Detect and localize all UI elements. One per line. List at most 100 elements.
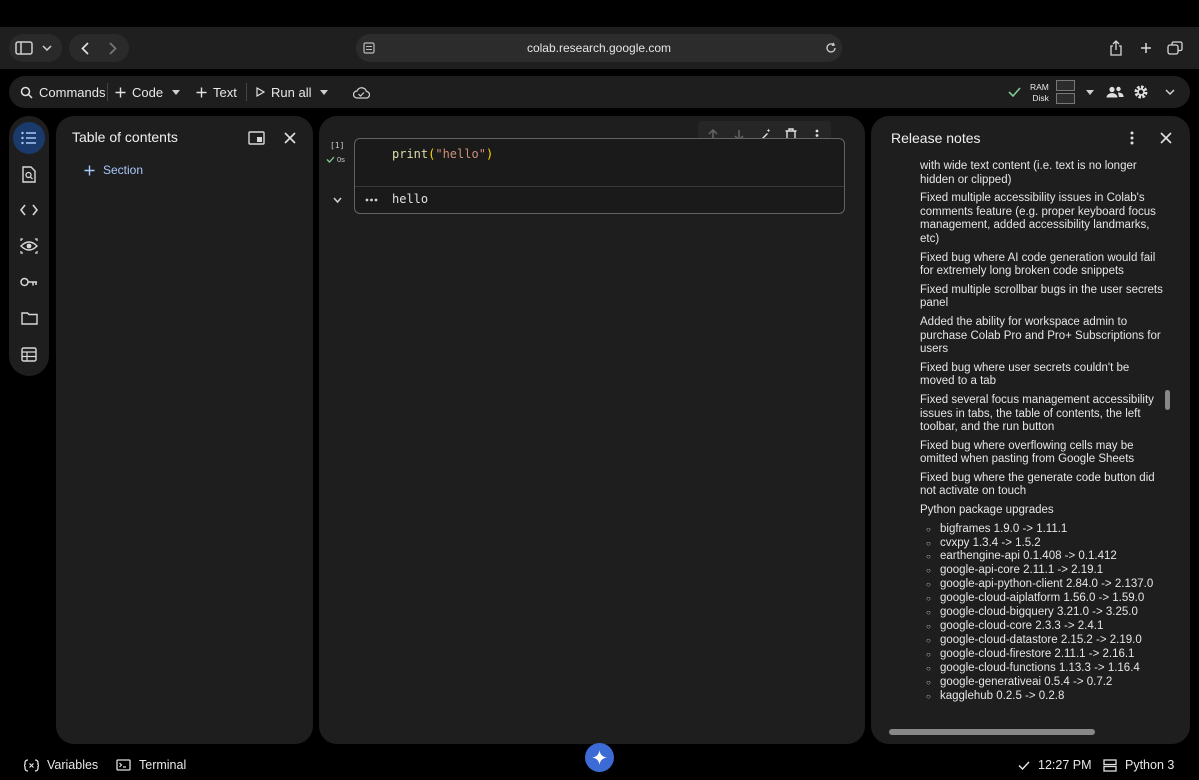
add-section-button[interactable]: Section: [84, 163, 143, 177]
run-all-dropdown-button[interactable]: [320, 76, 328, 108]
files-rail-button[interactable]: [13, 302, 45, 334]
tab-overview-icon[interactable]: [1165, 39, 1185, 57]
code-close-paren: ): [485, 147, 494, 161]
collapse-output-icon[interactable]: [330, 193, 344, 207]
run-all-label: Run all: [271, 84, 312, 100]
toc-title: Table of contents: [72, 129, 178, 145]
url-text: colab.research.google.com: [526, 41, 672, 55]
cell-output-divider: [355, 186, 844, 187]
ram-label: RAM: [1030, 81, 1049, 92]
ram-meter: [1056, 80, 1075, 91]
release-note-item: Fixed bug where AI code generation would…: [920, 251, 1156, 278]
drive-save-button[interactable]: [353, 76, 370, 108]
settings-button[interactable]: [1133, 76, 1149, 108]
variables-rail-button[interactable]: [13, 230, 45, 262]
execution-status[interactable]: 12:27 PM: [1018, 754, 1092, 776]
disk-label: Disk: [1032, 92, 1049, 103]
document-search-icon: [22, 165, 36, 183]
new-tab-icon[interactable]: [1137, 39, 1155, 57]
commands-label: Commands: [39, 84, 106, 100]
status-time: 12:27 PM: [1038, 758, 1092, 772]
plus-icon: [196, 87, 207, 98]
more-vert-icon[interactable]: [1126, 130, 1138, 146]
release-note-item: Fixed bug where overflowing cells may be…: [920, 439, 1135, 466]
package-item: cvxpy 1.3.4 -> 1.5.2: [926, 537, 1165, 551]
toolbar-divider: [107, 83, 108, 101]
collapse-toolbar-button[interactable]: [1165, 76, 1175, 108]
share-people-button[interactable]: [1106, 76, 1124, 108]
release-note-item: Fixed multiple accessibility issues in C…: [920, 192, 1156, 245]
package-item: google-cloud-datastore 2.15.2 -> 2.19.0: [926, 634, 1165, 648]
vertical-scrollbar[interactable]: [1165, 390, 1170, 410]
reload-icon[interactable]: [823, 40, 839, 56]
package-item: google-api-core 2.11.1 -> 2.19.1: [926, 564, 1165, 578]
toolbar-divider: [246, 83, 247, 101]
code-function: print: [392, 147, 429, 161]
variables-icon: [24, 758, 39, 772]
snippets-rail-button[interactable]: [13, 194, 45, 226]
runtime-label: Python 3: [1125, 758, 1175, 772]
terminal-icon: [116, 759, 131, 771]
folder-icon: [20, 311, 38, 325]
exec-count: [1]: [330, 141, 345, 150]
cell-output: hello: [392, 192, 429, 206]
data-table-rail-button[interactable]: [13, 338, 45, 370]
output-actions-icon[interactable]: [363, 193, 379, 207]
code-string: "hello": [435, 147, 486, 161]
gemini-button[interactable]: [585, 743, 614, 772]
code-editor[interactable]: print("hello"): [392, 147, 493, 161]
chevron-down-icon[interactable]: [40, 40, 54, 56]
package-item: google-generativeai 0.5.4 -> 0.7.2: [926, 676, 1165, 690]
release-note-item: with wide text content (i.e. text is no …: [920, 160, 1137, 186]
package-item: google-cloud-functions 1.13.3 -> 1.16.4: [926, 662, 1165, 676]
disk-meter: [1056, 93, 1075, 104]
exec-status: 0s: [326, 155, 345, 164]
terminal-button[interactable]: Terminal: [116, 754, 186, 776]
secrets-rail-button[interactable]: [13, 266, 45, 298]
runtime-dropdown-button[interactable]: [1086, 76, 1094, 108]
package-item: google-cloud-aiplatform 1.56.0 -> 1.59.0: [926, 592, 1165, 606]
release-note-item: Fixed bug where the generate code button…: [920, 471, 1155, 498]
server-icon: [1103, 758, 1117, 772]
sidebar-icon[interactable]: [14, 39, 34, 57]
release-note-item: Fixed several focus management accessibi…: [920, 393, 1154, 434]
forward-icon[interactable]: [104, 39, 122, 57]
text-label: Text: [213, 84, 237, 100]
toc-rail-button[interactable]: [13, 122, 45, 154]
release-note-item: Fixed bug where user secrets couldn't be…: [920, 361, 1130, 388]
resource-labels[interactable]: RAM Disk: [1030, 76, 1049, 108]
connected-check-icon: [1008, 76, 1021, 108]
commands-button[interactable]: Commands: [20, 76, 105, 108]
horizontal-scrollbar[interactable]: [889, 729, 1095, 735]
url-bar[interactable]: colab.research.google.com: [356, 34, 842, 62]
package-item: google-api-python-client 2.84.0 -> 2.137…: [926, 578, 1165, 592]
runtime-status[interactable]: Python 3: [1103, 754, 1174, 776]
exec-time: 0s: [337, 155, 345, 164]
release-note-item: Fixed multiple scrollbar bugs in the use…: [920, 283, 1163, 310]
run-all-button[interactable]: Run all: [256, 76, 311, 108]
scroll-spacer: [920, 148, 1165, 160]
variables-button[interactable]: Variables: [24, 754, 98, 776]
back-icon[interactable]: [76, 39, 94, 57]
variables-label: Variables: [47, 758, 99, 772]
package-item: earthengine-api 0.1.408 -> 0.1.412: [926, 550, 1165, 564]
package-item: kagglehub 0.2.5 -> 0.2.8: [926, 690, 1165, 704]
gear-icon: [1133, 84, 1149, 100]
search-icon: [20, 86, 33, 99]
find-rail-button[interactable]: [13, 158, 45, 190]
code-brackets-icon: [20, 204, 38, 216]
code-dropdown-button[interactable]: [172, 76, 180, 108]
chevron-down-icon: [1165, 89, 1175, 95]
share-icon[interactable]: [1107, 39, 1125, 57]
page-settings-icon[interactable]: [362, 40, 376, 56]
package-item: bigframes 1.9.0 -> 1.11.1: [926, 523, 1165, 537]
add-code-button[interactable]: Code: [115, 76, 163, 108]
open-in-tab-icon[interactable]: [246, 129, 266, 147]
add-text-button[interactable]: Text: [196, 76, 237, 108]
close-icon[interactable]: [281, 129, 299, 147]
table-icon: [21, 346, 37, 362]
cloud-check-icon: [353, 86, 370, 99]
caret-down-icon: [320, 89, 328, 95]
close-icon[interactable]: [1158, 130, 1174, 146]
package-item: google-cloud-firestore 2.11.1 -> 2.16.1: [926, 648, 1165, 662]
